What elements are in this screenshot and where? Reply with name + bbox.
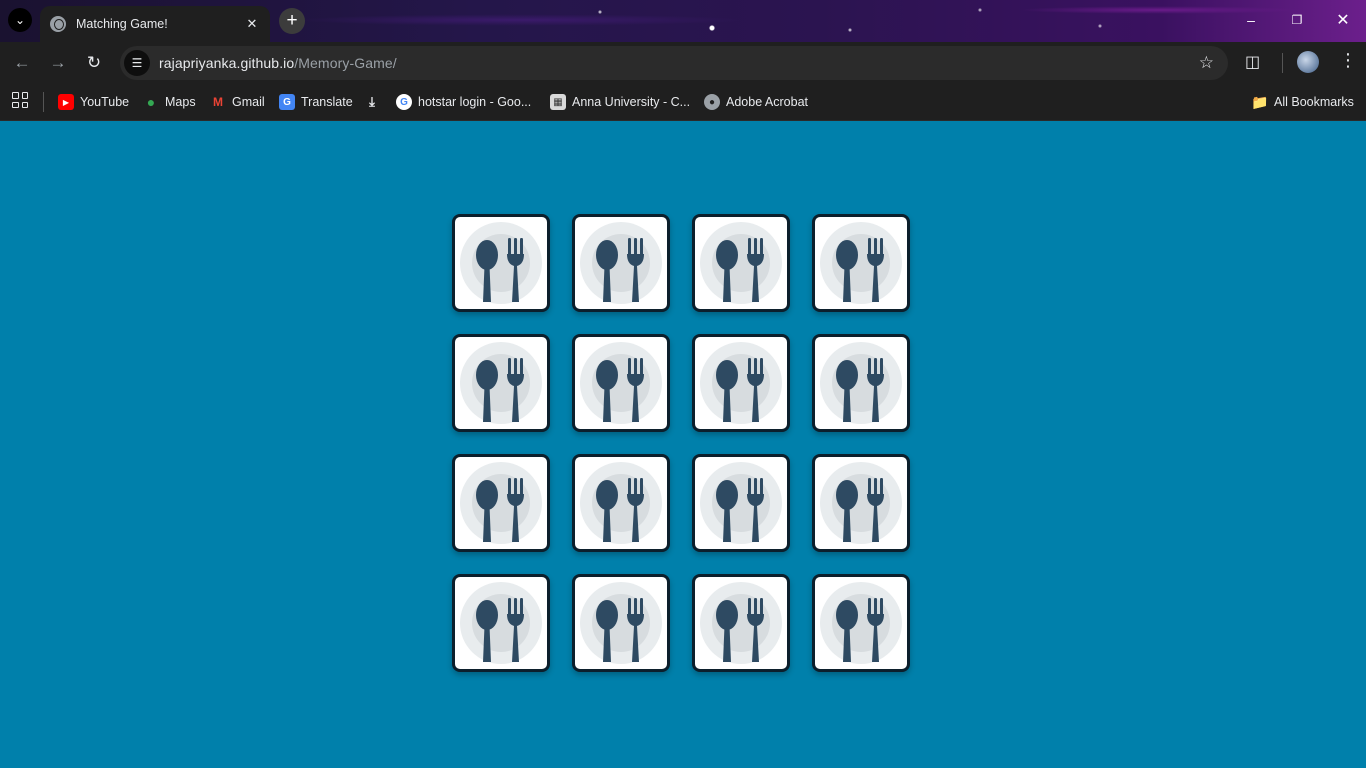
bookmark-youtube[interactable]: ▶ YouTube [58, 92, 129, 112]
memory-card[interactable] [692, 454, 790, 552]
bookmark-gmail[interactable]: M Gmail [210, 92, 265, 112]
new-tab-button[interactable]: + [279, 8, 305, 34]
restore-button[interactable]: ❐ [1274, 0, 1320, 40]
url-host: rajapriyanka.github.io [159, 55, 295, 71]
tab-active[interactable]: Matching Game! ✕ [40, 6, 270, 42]
youtube-icon: ▶ [58, 94, 74, 110]
close-icon[interactable]: ✕ [244, 16, 260, 32]
memory-card[interactable] [572, 334, 670, 432]
bookmark-hotstar[interactable]: G hotstar login - Goo... [396, 92, 531, 112]
memory-card[interactable] [572, 214, 670, 312]
memory-card[interactable] [692, 334, 790, 432]
bookmark-anna-university[interactable]: ▦ Anna University - C... [550, 92, 690, 112]
reload-button[interactable]: ↻ [82, 51, 106, 75]
address-bar[interactable]: ☰ rajapriyanka.github.io/Memory-Game/ ☆ [120, 46, 1228, 80]
spoon-fork-plate-icon [700, 342, 782, 424]
bookmark-label: Anna University - C... [572, 95, 691, 109]
back-button[interactable]: ← [10, 51, 34, 75]
tab-search-button[interactable]: ⌄ [8, 8, 32, 32]
globe-icon: ● [704, 94, 720, 110]
bookmark-label: Gmail [232, 95, 265, 109]
globe-icon [50, 16, 66, 32]
memory-card[interactable] [812, 334, 910, 432]
memory-card[interactable] [572, 574, 670, 672]
download-icon: ⤓ [369, 94, 375, 109]
url-path: /Memory-Game/ [294, 55, 397, 71]
bookmark-maps[interactable]: ● Maps [143, 92, 196, 112]
url-text[interactable]: rajapriyanka.github.io/Memory-Game/ [159, 55, 397, 71]
memory-card[interactable] [452, 574, 550, 672]
spoon-fork-plate-icon [700, 222, 782, 304]
spoon-fork-plate-icon [820, 222, 902, 304]
toolbar-divider [1282, 53, 1283, 73]
all-bookmarks-button[interactable]: 📁 All Bookmarks [1251, 92, 1354, 112]
spoon-fork-plate-icon [580, 342, 662, 424]
browser-toolbar: ← → ↻ ☰ rajapriyanka.github.io/Memory-Ga… [0, 42, 1366, 84]
memory-card[interactable] [572, 454, 670, 552]
bookmark-label: YouTube [80, 95, 130, 109]
bookmark-star-icon[interactable]: ☆ [1199, 53, 1214, 73]
spoon-fork-plate-icon [700, 582, 782, 664]
bookmark-label: Adobe Acrobat [726, 95, 809, 109]
minimize-button[interactable]: – [1228, 0, 1274, 40]
site-info-icon[interactable]: ☰ [124, 50, 150, 76]
all-bookmarks-label: All Bookmarks [1274, 95, 1354, 109]
spoon-fork-plate-icon [820, 342, 902, 424]
bookmarks-divider [43, 92, 44, 112]
bookmark-label: Translate [301, 95, 353, 109]
chevron-down-icon: ⌄ [14, 13, 26, 27]
spoon-fork-plate-icon [820, 462, 902, 544]
tab-title: Matching Game! [76, 17, 168, 31]
bookmark-adobe-acrobat[interactable]: ● Adobe Acrobat [704, 92, 808, 112]
card-deck [452, 214, 914, 676]
memory-card[interactable] [692, 214, 790, 312]
memory-card[interactable] [812, 214, 910, 312]
google-icon: G [396, 94, 412, 110]
translate-icon: G [279, 94, 295, 110]
spoon-fork-plate-icon [580, 222, 662, 304]
spoon-fork-plate-icon [460, 342, 542, 424]
tab-strip: ⌄ Matching Game! ✕ + – ❐ ✕ [0, 0, 1366, 42]
spoon-fork-plate-icon [460, 222, 542, 304]
apps-grid-icon[interactable] [12, 92, 28, 108]
folder-icon: 📁 [1251, 93, 1269, 110]
maps-icon: ● [146, 94, 156, 110]
memory-card[interactable] [452, 454, 550, 552]
bookmark-label: Maps [165, 95, 196, 109]
spoon-fork-plate-icon [820, 582, 902, 664]
forward-button[interactable]: → [46, 51, 70, 75]
memory-card[interactable] [452, 334, 550, 432]
spoon-fork-plate-icon [580, 462, 662, 544]
spoon-fork-plate-icon [460, 462, 542, 544]
university-icon: ▦ [550, 94, 566, 110]
spoon-fork-plate-icon [700, 462, 782, 544]
bookmark-download[interactable]: ⤓ [364, 92, 386, 112]
window-close-button[interactable]: ✕ [1320, 0, 1366, 40]
menu-kebab-icon[interactable]: ⋮ [1339, 50, 1357, 71]
extensions-icon[interactable]: ◫ [1245, 52, 1260, 72]
profile-avatar[interactable] [1297, 51, 1319, 73]
spoon-fork-plate-icon [580, 582, 662, 664]
spoon-fork-plate-icon [460, 582, 542, 664]
memory-card[interactable] [452, 214, 550, 312]
bookmark-translate[interactable]: G Translate [279, 92, 353, 112]
bookmark-label: hotstar login - Goo... [418, 95, 532, 109]
memory-card[interactable] [692, 574, 790, 672]
gmail-icon: M [213, 95, 223, 109]
memory-card[interactable] [812, 574, 910, 672]
memory-card[interactable] [812, 454, 910, 552]
